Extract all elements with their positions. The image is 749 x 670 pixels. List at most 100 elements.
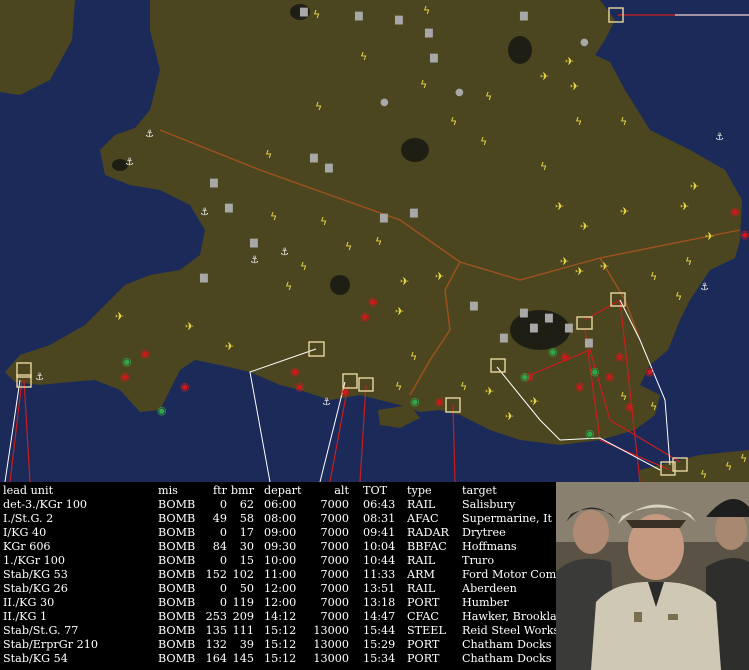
svg-text:◉: ◉ [585,427,595,440]
svg-text:▆: ▆ [519,307,528,318]
mission-mission: BOMB [158,582,196,595]
svg-text:▆: ▆ [429,52,438,63]
strategic-map[interactable]: ϟ ϟϟ ϟϟϟ ϟϟϟ ϟϟϟ ✈✈✈ ✈✈✈ ✈✈✈ ✈✈✈ ✈✈✈ ✈✈ ✈ … [0,0,749,482]
svg-text:ϟ: ϟ [395,380,402,393]
svg-text:▆: ▆ [584,337,593,348]
svg-text:▆: ▆ [199,272,208,283]
svg-text:◉: ◉ [730,205,740,218]
svg-text:◉: ◉ [410,395,420,408]
svg-text:ϟ: ϟ [700,468,707,481]
mission-altitude: 7000 [320,568,349,581]
mission-depart: 14:12 [264,610,297,623]
svg-text:ϟ: ϟ [480,135,487,148]
mission-list-header: lead unit mis ftr bmr depart alt TOT typ… [0,484,556,498]
mission-unit: 1./KGr 100 [3,554,65,567]
mission-bombers: 119 [232,596,254,609]
svg-text:ϟ: ϟ [265,148,272,161]
mission-row[interactable]: Stab/KG 53 BOMB 152 102 11:00 7000 11:33 ARM For… [0,568,556,582]
mission-mission: BOMB [158,540,196,553]
mission-row[interactable]: I/KG 40 BOMB 0 17 09:00 7000 09:41 RADAR Drytree [0,526,556,540]
svg-text:✈: ✈ [565,55,574,68]
col-header-bombers[interactable]: bmr [230,484,254,498]
svg-text:ϟ: ϟ [345,240,352,253]
mission-row[interactable]: I./St.G. 2 BOMB 49 58 08:00 7000 08:31 AFAC Supe… [0,512,556,526]
mission-depart: 15:12 [264,652,297,665]
svg-text:▆: ▆ [249,237,258,248]
mission-row[interactable]: II./KG 1 BOMB 253 209 14:12 7000 14:47 CFAC Hawk… [0,610,556,624]
mission-target: Aberdeen [462,582,517,595]
mission-unit: Stab/KG 53 [3,568,68,581]
mission-altitude: 13000 [313,652,349,665]
mission-row[interactable]: Stab/St.G. 77 BOMB 135 111 15:12 13000 15:44 ST… [0,624,556,638]
mission-type: PORT [407,652,440,665]
col-header-depart[interactable]: depart [264,484,306,498]
svg-text:ϟ: ϟ [420,78,427,91]
svg-text:ϟ: ϟ [620,115,627,128]
mission-target: Humber [462,596,509,609]
col-header-type[interactable]: type [407,484,457,498]
mission-altitude: 7000 [320,526,349,539]
svg-text:ϟ: ϟ [360,50,367,63]
svg-text:✈: ✈ [560,255,569,268]
svg-text:ϟ: ϟ [725,460,732,473]
mission-tot: 15:29 [363,638,396,651]
mission-row[interactable]: 1./KGr 100 BOMB 0 15 10:00 7000 10:44 RAIL Truro [0,554,556,568]
svg-text:◉: ◉ [140,347,150,360]
svg-text:◉: ◉ [157,404,167,417]
mission-row[interactable]: det-3./KGr 100 BOMB 0 62 06:00 7000 06:43 RAIL S… [0,498,556,512]
col-header-mission[interactable]: mis [158,484,200,498]
mission-row[interactable]: II./KG 30 BOMB 0 119 12:00 7000 13:18 PORT Humbe… [0,596,556,610]
mission-fighters: 132 [205,638,227,651]
mission-depart: 10:00 [264,554,297,567]
mission-depart: 08:00 [264,512,297,525]
mission-unit: II./KG 30 [3,596,55,609]
commander-portrait [556,482,749,670]
svg-text:▆: ▆ [424,27,433,38]
col-header-altitude[interactable]: alt [313,484,349,498]
mission-bombers: 102 [232,568,254,581]
svg-text:ϟ: ϟ [685,255,692,268]
mission-fighters: 0 [219,526,227,539]
mission-row[interactable]: Stab/KG 26 BOMB 0 50 12:00 7000 13:51 RAIL Aberd… [0,582,556,596]
mission-depart: 06:00 [264,498,297,511]
svg-text:⚓: ⚓ [280,247,289,258]
svg-text:◉: ◉ [368,295,378,308]
svg-text:▆: ▆ [394,14,403,25]
mission-type: RAIL [407,498,436,511]
svg-text:◉: ◉ [645,365,655,378]
mission-mission: BOMB [158,610,196,623]
svg-text:◉: ◉ [290,365,300,378]
mission-unit: Stab/ErprGr 210 [3,638,98,651]
mission-row[interactable]: Stab/KG 54 BOMB 164 145 15:12 13000 15:34 PORT C… [0,652,556,666]
mission-target: Reid Steel Works [462,624,556,637]
svg-text:◉: ◉ [740,228,749,241]
col-header-unit[interactable]: lead unit [3,484,155,498]
mission-fighters: 0 [219,498,227,511]
svg-text:◉: ◉ [548,345,558,358]
mission-row[interactable]: Stab/ErprGr 210 BOMB 132 39 15:12 13000 15:29 P… [0,638,556,652]
col-header-fighters[interactable]: ftr [203,484,227,498]
svg-text:✈: ✈ [435,270,444,283]
mission-unit: Stab/St.G. 77 [3,624,79,637]
mission-altitude: 13000 [313,624,349,637]
mission-target: Hoffmans [462,540,517,553]
svg-text:⚓: ⚓ [250,255,259,266]
mission-mission: BOMB [158,512,196,525]
mission-tot: 10:04 [363,540,396,553]
svg-text:ϟ: ϟ [375,235,382,248]
mission-type: ARM [407,568,435,581]
col-header-tot[interactable]: TOT [363,484,403,498]
svg-text:◉: ◉ [625,400,635,413]
mission-bombers: 209 [232,610,254,623]
mission-row[interactable]: KGr 606 BOMB 84 30 09:30 7000 10:04 BBFAC Hoffma… [0,540,556,554]
mission-mission: BOMB [158,526,196,539]
svg-text:▆: ▆ [224,202,233,213]
mission-depart: 12:00 [264,582,297,595]
svg-text:ϟ: ϟ [423,4,430,17]
svg-text:●: ● [455,87,464,98]
mission-unit: Stab/KG 26 [3,582,68,595]
svg-text:◉: ◉ [575,380,585,393]
mission-fighters: 152 [205,568,227,581]
col-header-target[interactable]: target [462,484,556,498]
mission-depart: 15:12 [264,624,297,637]
